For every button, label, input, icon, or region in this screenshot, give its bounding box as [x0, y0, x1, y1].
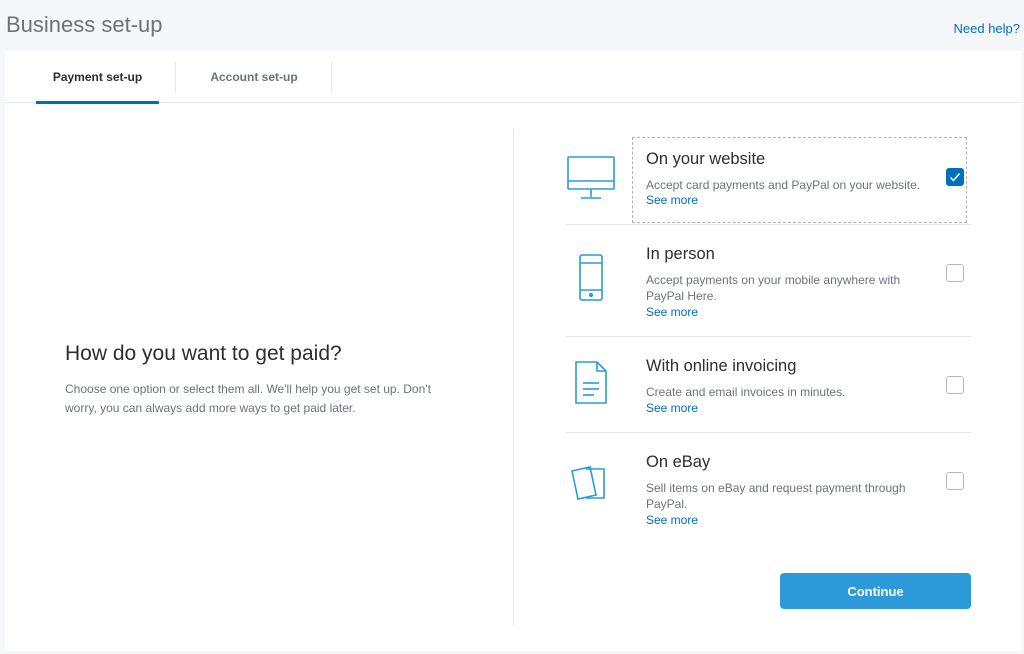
- option-checkbox[interactable]: [946, 472, 964, 490]
- page-title: Business set-up: [6, 12, 163, 37]
- see-more-link[interactable]: See more: [646, 305, 698, 319]
- continue-button[interactable]: Continue: [780, 573, 971, 609]
- option-description: Accept card payments and PayPal on your …: [646, 178, 921, 192]
- option-description: Sell items on eBay and request payment t…: [646, 481, 906, 511]
- option-description: Accept payments on your mobile anywhere …: [646, 273, 901, 303]
- option-checkbox[interactable]: [946, 376, 964, 394]
- need-help-link[interactable]: Need help?: [954, 21, 1021, 36]
- option-website[interactable]: On your website Accept card payments and…: [566, 137, 971, 225]
- question-description: Choose one option or select them all. We…: [65, 382, 431, 415]
- option-content: In person Accept payments on your mobile…: [632, 225, 967, 319]
- see-more-link[interactable]: See more: [646, 513, 698, 527]
- tab-bar: Payment set-up Account set-up: [5, 51, 1021, 104]
- option-title: With online invoicing: [646, 357, 797, 375]
- option-content: With online invoicing Create and email i…: [632, 337, 967, 423]
- monitor-icon: [566, 153, 620, 207]
- option-description: Create and email invoices in minutes.: [646, 385, 846, 399]
- invoice-document-icon: [566, 359, 620, 413]
- option-title: On eBay: [646, 453, 711, 471]
- mobile-phone-icon: [566, 253, 620, 307]
- tab-account-setup[interactable]: Account set-up: [177, 51, 331, 103]
- option-content: On your website Accept card payments and…: [632, 137, 967, 223]
- setup-card: Payment set-up Account set-up How do you…: [5, 51, 1021, 651]
- option-title: On your website: [646, 150, 766, 168]
- option-checkbox[interactable]: [946, 264, 964, 282]
- tab-divider: [331, 61, 332, 92]
- question-heading: How do you want to get paid?: [65, 342, 342, 365]
- see-more-link[interactable]: See more: [646, 401, 698, 415]
- tab-payment-setup[interactable]: Payment set-up: [36, 51, 159, 104]
- column-divider: [513, 129, 514, 625]
- option-ebay[interactable]: On eBay Sell items on eBay and request p…: [566, 433, 971, 539]
- checkmark-icon: [949, 173, 961, 182]
- option-in-person[interactable]: In person Accept payments on your mobile…: [566, 225, 971, 337]
- option-online-invoicing[interactable]: With online invoicing Create and email i…: [566, 337, 971, 433]
- tab-divider: [175, 61, 176, 92]
- option-checkbox[interactable]: [946, 168, 964, 186]
- option-title: In person: [646, 245, 715, 263]
- cards-icon: [566, 461, 620, 515]
- see-more-link[interactable]: See more: [646, 193, 698, 207]
- option-content: On eBay Sell items on eBay and request p…: [632, 433, 967, 527]
